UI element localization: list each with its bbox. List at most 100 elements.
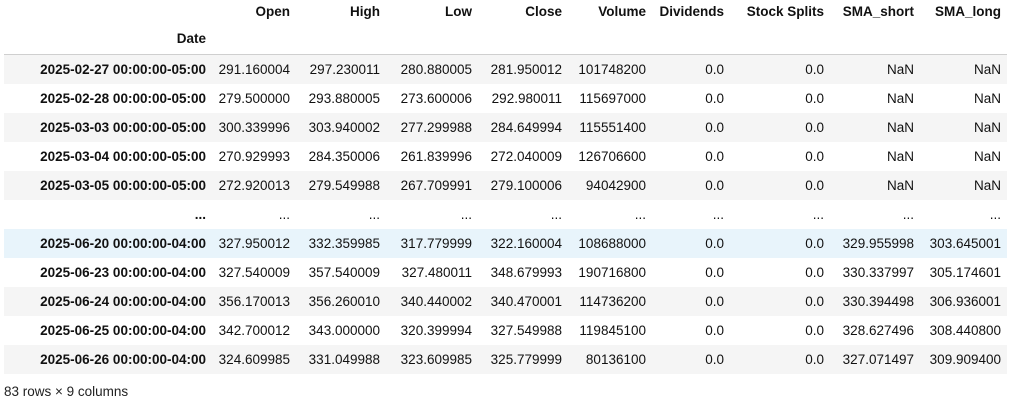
table-cell: 273.600006 — [400, 91, 472, 106]
table-cell: NaN — [973, 62, 1001, 77]
table-cell: 0.0 — [805, 62, 824, 77]
row-index-label: 2025-06-20 00:00:00-04:00 — [40, 236, 206, 251]
table-cell: 108688000 — [578, 236, 646, 251]
table-row: 2025-06-20 00:00:00-04:00 327.950012 332.3… — [4, 229, 1007, 258]
table-cell: ... — [812, 207, 824, 222]
row-index-label: 2025-02-28 00:00:00-05:00 — [40, 91, 206, 106]
index-corner — [4, 0, 212, 24]
table-cell: 325.779999 — [490, 352, 562, 367]
table-cell: 0.0 — [705, 265, 724, 280]
table-cell: ... — [902, 207, 914, 222]
table-cell: 0.0 — [705, 236, 724, 251]
table-cell: 0.0 — [805, 120, 824, 135]
table-cell: ... — [368, 207, 380, 222]
row-index-label: 2025-06-23 00:00:00-04:00 — [40, 265, 206, 280]
table-cell: 356.170013 — [218, 294, 290, 309]
table-cell: 0.0 — [705, 120, 724, 135]
table-cell: 279.100006 — [490, 178, 562, 193]
table-cell: 0.0 — [805, 149, 824, 164]
table-cell: 322.160004 — [490, 236, 562, 251]
column-header-open: Open — [255, 4, 290, 19]
table-cell: 293.880005 — [308, 91, 380, 106]
table-cell: 323.609985 — [400, 352, 472, 367]
table-cell: ... — [989, 207, 1001, 222]
table-cell: 80136100 — [585, 352, 646, 367]
table-cell: 0.0 — [805, 294, 824, 309]
row-index-label: 2025-03-05 00:00:00-05:00 — [40, 178, 206, 193]
table-cell: 115551400 — [579, 120, 646, 135]
table-cell: 324.609985 — [218, 352, 290, 367]
row-index-label: 2025-03-04 00:00:00-05:00 — [40, 149, 206, 164]
table-cell: 0.0 — [805, 323, 824, 338]
table-cell: 327.071497 — [842, 352, 914, 367]
row-index-label: ... — [194, 207, 206, 222]
table-cell: ... — [712, 207, 724, 222]
table-cell: 94042900 — [585, 178, 646, 193]
table-row: .............................. — [4, 200, 1007, 229]
table-cell: NaN — [886, 62, 914, 77]
column-header-stock-splits: Stock Splits — [746, 4, 824, 19]
table-row: 2025-06-23 00:00:00-04:00 327.540009 357.5… — [4, 258, 1007, 287]
table-cell: 303.645001 — [929, 236, 1001, 251]
column-header-close: Close — [525, 4, 562, 19]
table-cell: 272.920013 — [218, 178, 290, 193]
table-cell: ... — [550, 207, 562, 222]
table-row: 2025-06-24 00:00:00-04:00 356.170013 356.2… — [4, 287, 1007, 316]
column-header-low: Low — [445, 4, 472, 19]
dataframe-table: Open High Low Close Volume Dividends Sto… — [4, 0, 1007, 374]
table-cell: 297.230011 — [309, 62, 380, 77]
table-cell: 0.0 — [705, 178, 724, 193]
table-cell: 272.040009 — [490, 149, 562, 164]
table-cell: 190716800 — [578, 265, 646, 280]
table-cell: 0.0 — [805, 265, 824, 280]
table-cell: 0.0 — [805, 236, 824, 251]
row-index-label: 2025-03-03 00:00:00-05:00 — [40, 120, 206, 135]
row-index-label: 2025-06-26 00:00:00-04:00 — [40, 352, 206, 367]
table-cell: ... — [460, 207, 472, 222]
table-cell: 340.470001 — [490, 294, 562, 309]
table-cell: 0.0 — [705, 62, 724, 77]
table-cell: 306.936001 — [929, 294, 1001, 309]
column-header-dividends: Dividends — [659, 4, 724, 19]
table-cell: 267.709991 — [400, 178, 472, 193]
table-cell: 329.955998 — [842, 236, 914, 251]
table-cell: 327.950012 — [218, 236, 290, 251]
row-index-label: 2025-02-27 00:00:00-05:00 — [40, 62, 206, 77]
index-name-header: Date — [176, 31, 206, 46]
table-cell: 0.0 — [705, 149, 724, 164]
table-cell: NaN — [973, 149, 1001, 164]
table-cell: 115697000 — [579, 91, 646, 106]
column-header-volume: Volume — [598, 4, 646, 19]
table-cell: NaN — [886, 178, 914, 193]
table-cell: NaN — [886, 149, 914, 164]
dataframe-output: Open High Low Close Volume Dividends Sto… — [0, 0, 1024, 416]
table-cell: 0.0 — [805, 352, 824, 367]
table-cell: 0.0 — [805, 91, 824, 106]
table-cell: 331.049988 — [308, 352, 380, 367]
table-cell: 279.500000 — [218, 91, 290, 106]
table-cell: 303.940002 — [308, 120, 380, 135]
table-cell: 343.000000 — [308, 323, 380, 338]
table-cell: 292.980011 — [491, 91, 562, 106]
table-cell: 327.549988 — [490, 323, 562, 338]
table-cell: 340.440002 — [400, 294, 472, 309]
table-cell: NaN — [973, 178, 1001, 193]
table-cell: 101748200 — [578, 62, 646, 77]
table-cell: NaN — [973, 91, 1001, 106]
table-cell: 309.909400 — [929, 352, 1001, 367]
table-cell: 280.880005 — [400, 62, 472, 77]
table-cell: 357.540009 — [308, 265, 380, 280]
table-cell: NaN — [973, 120, 1001, 135]
table-row: 2025-02-28 00:00:00-05:00 279.500000 293.8… — [4, 84, 1007, 113]
table-cell: 300.339996 — [218, 120, 290, 135]
column-header-high: High — [350, 4, 380, 19]
table-cell: 114736200 — [579, 294, 646, 309]
shape-summary: 83 rows × 9 columns — [4, 384, 129, 399]
table-cell: 328.627496 — [842, 323, 914, 338]
table-cell: 332.359985 — [308, 236, 380, 251]
column-header-sma-long: SMA_long — [935, 4, 1001, 19]
table-row: 2025-02-27 00:00:00-05:00 291.160004 297.2… — [4, 54, 1007, 84]
index-header-row: Date — [4, 24, 1007, 55]
table-cell: 317.779999 — [400, 236, 472, 251]
table-cell: 0.0 — [705, 294, 724, 309]
